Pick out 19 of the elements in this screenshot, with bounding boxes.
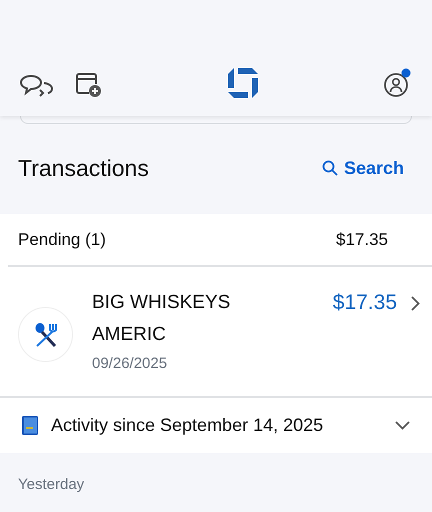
transaction-row[interactable]: BIG WHISKEYS AMERIC 09/26/2025 $17.35 <box>0 267 432 398</box>
section-title: Transactions <box>18 154 149 183</box>
pending-label: Pending (1) <box>18 228 106 251</box>
transaction-amount: $17.35 <box>332 290 397 316</box>
add-account-icon[interactable] <box>76 72 102 98</box>
merchant-name: BIG WHISKEYS AMERIC <box>92 291 232 347</box>
pending-total: $17.35 <box>336 228 388 251</box>
chevron-down-icon <box>395 421 410 430</box>
search-icon <box>322 160 338 176</box>
chevron-right-icon <box>411 296 420 311</box>
chat-icon[interactable] <box>20 74 54 98</box>
transaction-date: 09/26/2025 <box>92 354 168 374</box>
search-link[interactable]: Search <box>322 154 404 182</box>
activity-toggle[interactable]: Activity since September 14, 2025 <box>0 398 432 453</box>
category-icon <box>18 307 73 362</box>
logo-icon <box>228 68 258 98</box>
section-heading: Yesterday <box>17 475 86 495</box>
statement-icon <box>22 416 38 435</box>
profile-icon[interactable] <box>384 68 412 98</box>
